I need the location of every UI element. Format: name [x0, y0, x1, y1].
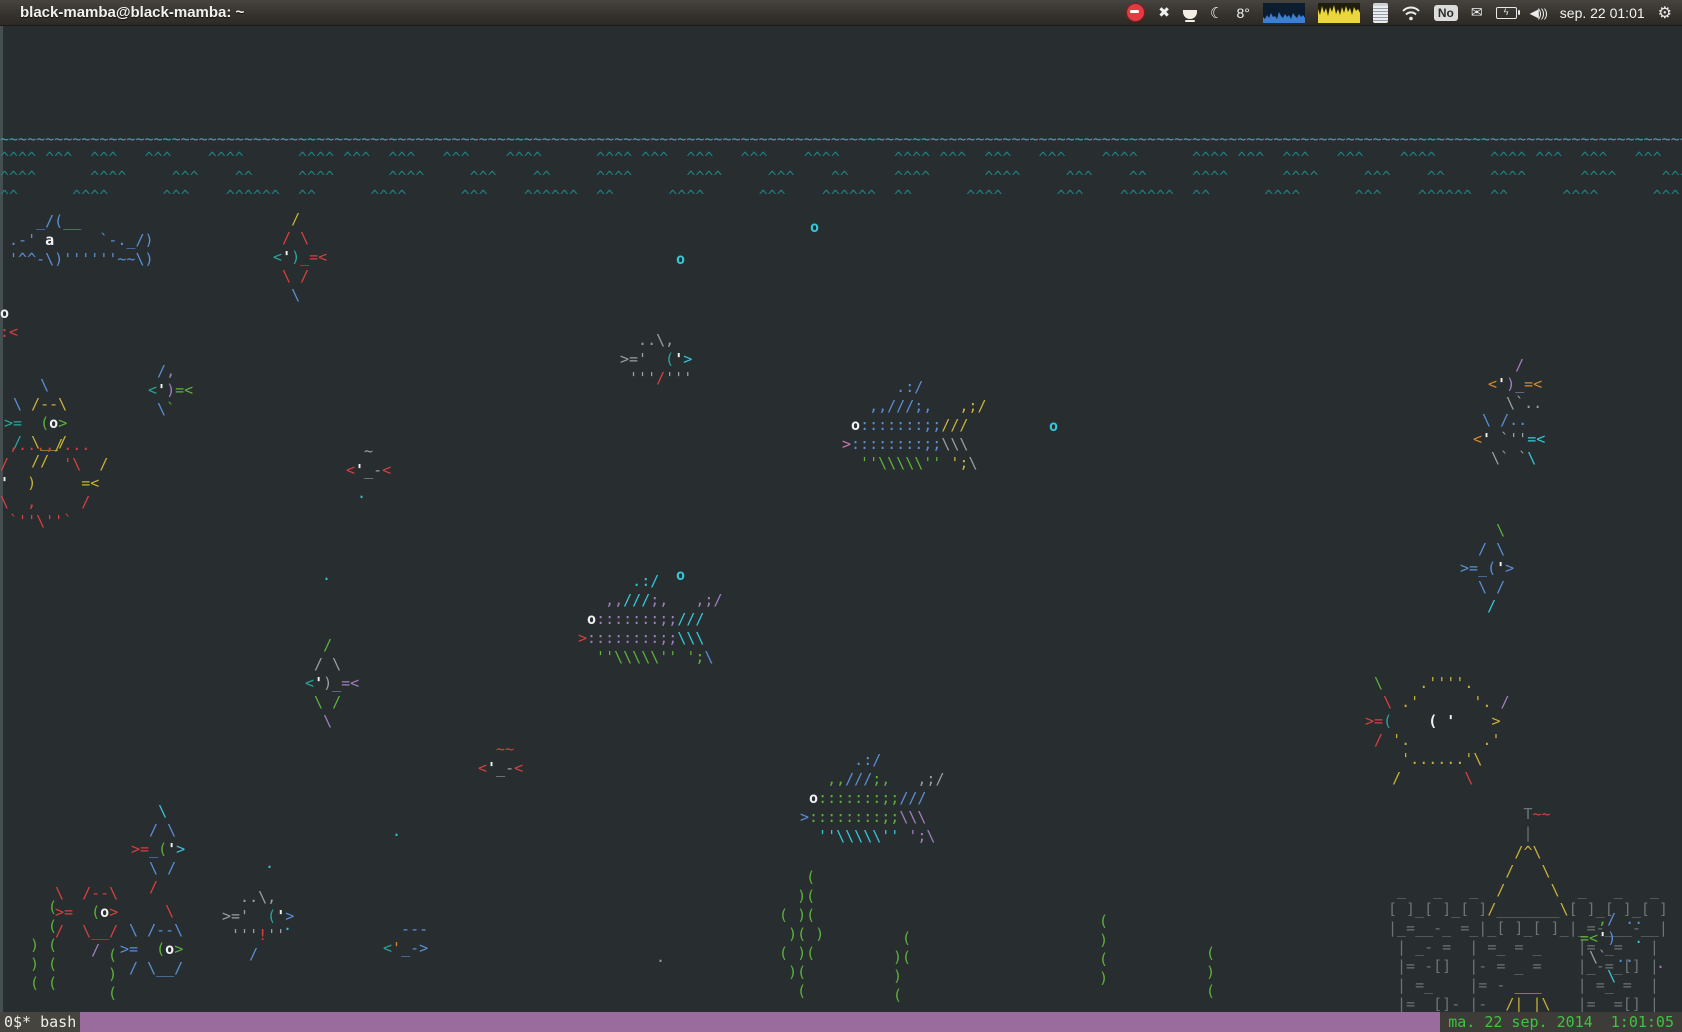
keyboard-layout-indicator[interactable]: No	[1434, 5, 1458, 21]
network-graph-icon[interactable]	[1263, 3, 1305, 23]
battery-bolt-icon: ϟ	[1504, 8, 1509, 17]
seaweed-3: ( )( ( )( )( ) ( )( )( (	[770, 868, 824, 1001]
fish-edge: o :<	[0, 304, 18, 342]
status-bar-fill	[80, 1012, 1440, 1032]
fish-gray-1: ..\, >=' ('> '''/'''	[620, 331, 692, 388]
fish-r1: / <')_=< \`..	[1488, 356, 1542, 413]
seaweed-4: ( )( ) (	[893, 929, 911, 1005]
screen-status-bar: 0$* bash ma. 22 sep. 2014 1:01:05	[0, 1012, 1682, 1032]
fish-r2: \ /.. <' `''=< \` `\	[1473, 411, 1545, 468]
seaweed-2: ( ) (	[108, 946, 117, 1003]
fish-tiny-2: ~~ <'_-<	[478, 740, 523, 778]
notes-icon[interactable]	[1373, 3, 1388, 23]
desktop: { "top_bar": { "title": "black-mamba@bla…	[0, 0, 1682, 1032]
dot-6: .	[656, 948, 665, 967]
wave-row-3: ^^ ^^^^ ^^^ ^^^^^^ ^^ ^^^^ ^^^ ^^^^^^ ^^…	[0, 187, 1682, 206]
dot-7: .	[1656, 954, 1665, 973]
fish-lure: _/(__ .-' a `-._/) '^^-\)''''''~~\)	[0, 212, 154, 269]
water-surface: ~~~~~~~~~~~~~~~~~~~~~~~~~~~~~~~~~~~~~~~~…	[0, 130, 1682, 149]
seaweed-6: ( ) (	[1206, 944, 1215, 1001]
system-tray: ✖ ☾ 8° No ✉ ϟ ◀))) sep. 22 01:01 ⚙	[1126, 3, 1672, 23]
wave-row-1: ^^^^ ^^^ ^^^ ^^^ ^^^^ ^^^^ ^^^ ^^^ ^^^ ^…	[0, 149, 1682, 168]
dot-4: .	[265, 854, 274, 873]
close-app-icon[interactable]: ✖	[1158, 4, 1170, 21]
wifi-icon[interactable]	[1401, 5, 1421, 21]
terminal-screen[interactable]: ~~~~~~~~~~~~~~~~~~~~~~~~~~~~~~~~~~~~~~~~…	[0, 26, 1682, 1012]
fish-diamond-blue: \ / \ >=_('> \ / /	[1460, 521, 1514, 616]
bubble-3: o	[1049, 417, 1058, 436]
status-window-label: 0$* bash	[0, 1012, 80, 1032]
coffee-cup-icon[interactable]	[1183, 10, 1197, 19]
fish-castle: ,/ .. =<') . \` .. \	[1580, 910, 1643, 986]
moon-weather-icon[interactable]: ☾	[1210, 4, 1223, 22]
fish-diamond-red: / / \ <')_=< \ / \	[264, 210, 327, 305]
fish-a: \ / \ >=_('> \ / /	[131, 802, 185, 897]
volume-icon[interactable]: ◀)))	[1530, 6, 1547, 20]
top-panel: black-mamba@black-mamba: ~ ✖ ☾ 8° No ✉ ϟ…	[0, 0, 1682, 26]
session-gear-icon[interactable]: ⚙	[1658, 3, 1672, 23]
wave-row-2: ^^^^ ^^^^ ^^^ ^^ ^^^^ ^^^^ ^^^ ^^ ^^^^ ^…	[0, 168, 1682, 187]
bubble-2: o	[676, 250, 685, 269]
status-datetime: ma. 22 sep. 2014 1:01:05	[1440, 1012, 1682, 1032]
dot-1: .	[357, 484, 366, 503]
dot-3: .	[392, 822, 401, 841]
fish-rainbow: \ .''''. \ .' '. / >=( ( ' > / '. .' '..…	[1356, 674, 1510, 788]
skype-status-icon[interactable]	[1126, 3, 1145, 22]
temperature-indicator[interactable]: 8°	[1236, 5, 1249, 21]
fish-red-outline: ,...,/... / '\ / ' ) =< \ , / `''\''`	[0, 436, 108, 531]
fish-small-left: /, <')=< \`	[148, 362, 193, 419]
fish-big-green: .:/ ,,///;, ,;/ o:::::::;;/// >::::::::;…	[800, 751, 945, 846]
fish-c: \ \ /--\ >= (o> / \__/	[120, 902, 183, 978]
cpu-graph-icon[interactable]	[1318, 3, 1360, 23]
seaweed-1: ( ( ) ( ) ( ( (	[30, 898, 57, 993]
clock-indicator[interactable]: sep. 22 01:01	[1560, 5, 1645, 21]
battery-icon[interactable]: ϟ	[1496, 7, 1517, 19]
window-title: black-mamba@black-mamba: ~	[10, 4, 244, 21]
fish-big-blue: .:/ ,,///;, ,;/ o:::::::;;/// >::::::::;…	[842, 378, 987, 473]
fish-diamond-green: / / \ <')_=< \ / \	[296, 636, 359, 731]
fish-tiny-3: --- <'_->	[383, 920, 428, 958]
dot-5: .	[283, 916, 292, 935]
fish-tiny-1: ~ <'_-<	[346, 442, 391, 480]
mail-icon[interactable]: ✉	[1471, 4, 1483, 21]
bubble-1: o	[810, 218, 819, 237]
dot-2: .	[322, 566, 331, 585]
fish-big-cyan: .:/ ,,///;, ,;/ o:::::::;;/// >::::::::;…	[578, 572, 723, 667]
seaweed-5: ( ) ( )	[1099, 912, 1108, 988]
